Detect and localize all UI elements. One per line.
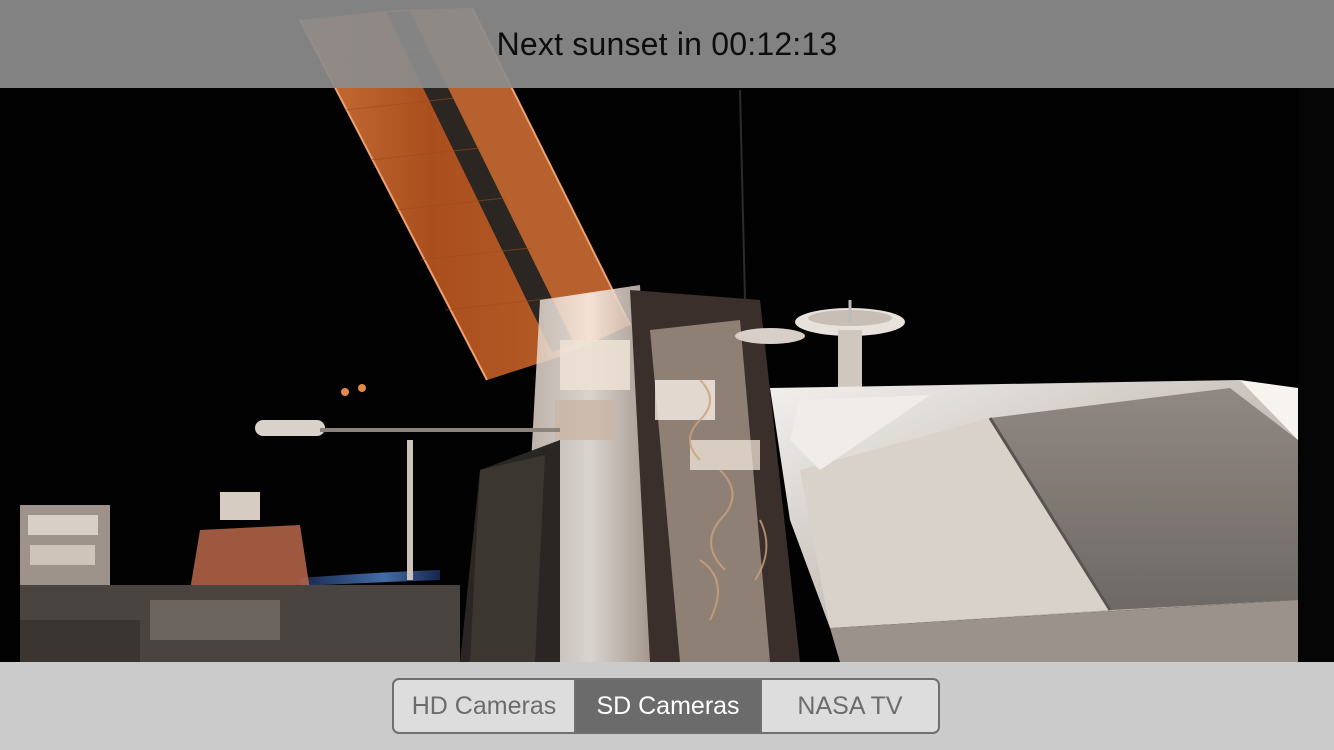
sunset-banner: Next sunset in 00:12:13 <box>0 0 1334 88</box>
bottom-toolbar: HD Cameras SD Cameras NASA TV <box>0 662 1334 750</box>
live-camera-feed[interactable] <box>0 0 1334 750</box>
sunset-countdown-label: Next sunset in 00:12:13 <box>496 25 838 62</box>
camera-source-segmented-control[interactable]: HD Cameras SD Cameras NASA TV <box>392 678 940 734</box>
app-root: Next sunset in 00:12:13 HD Cameras SD Ca… <box>0 0 1334 750</box>
segment-nasa-tv-label: NASA TV <box>797 691 903 720</box>
segment-sd-cameras-label: SD Cameras <box>596 691 740 720</box>
radiator-panels <box>770 380 1298 662</box>
segment-sd-cameras[interactable]: SD Cameras <box>576 680 760 732</box>
segment-hd-cameras-label: HD Cameras <box>411 691 557 720</box>
segment-hd-cameras[interactable]: HD Cameras <box>394 680 576 732</box>
segment-nasa-tv[interactable]: NASA TV <box>760 680 938 732</box>
